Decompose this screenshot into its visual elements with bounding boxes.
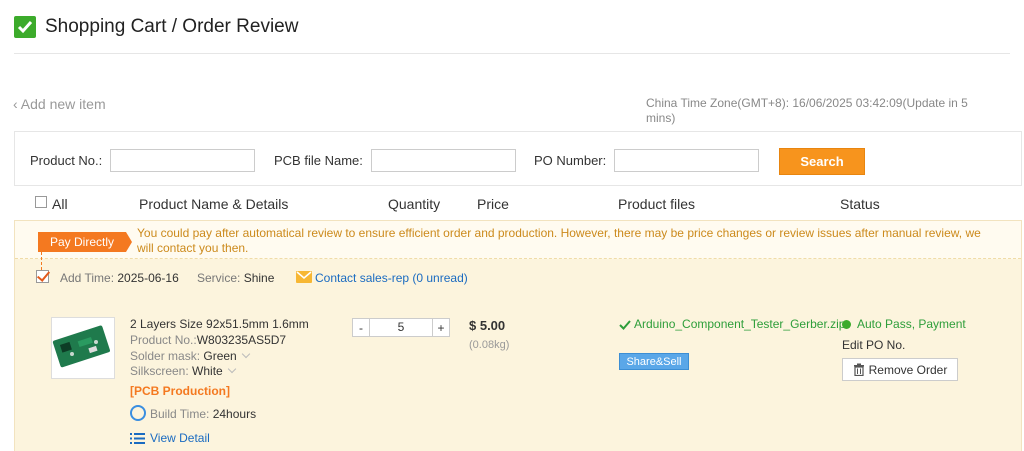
build-time-label: Build Time: xyxy=(150,407,210,421)
add-new-item-label: Add new item xyxy=(20,96,106,112)
service-value: Shine xyxy=(243,271,275,285)
remove-order-label: Remove Order xyxy=(868,362,948,377)
product-no-label: Product No.: xyxy=(130,333,197,347)
order-row: Pay Directly You could pay after automat… xyxy=(14,220,1022,451)
solder-mask-label: Solder mask: xyxy=(130,349,201,363)
gerber-file-link[interactable]: Arduino_Component_Tester_Gerber.zip xyxy=(634,317,845,332)
notice-text: You could pay after automatical review t… xyxy=(137,226,981,255)
search-button[interactable]: Search xyxy=(779,148,865,175)
build-time: Build Time: 24hours xyxy=(150,407,256,421)
contact-sales-rep-link[interactable]: Contact sales-rep (0 unread) xyxy=(315,271,468,285)
product-thumbnail[interactable] xyxy=(51,317,115,379)
header-product: Product Name & Details xyxy=(139,196,289,212)
add-time-label: Add Time: xyxy=(60,271,115,285)
header-price: Price xyxy=(477,196,509,212)
title-divider xyxy=(14,53,1010,54)
add-time: Add Time: 2025-06-16 xyxy=(60,271,179,285)
page-title: Shopping Cart / Order Review xyxy=(45,16,299,37)
solder-mask-value: Green xyxy=(203,349,237,363)
chevron-left-icon: ‹ xyxy=(13,96,18,112)
select-all-checkbox[interactable] xyxy=(35,196,47,208)
weight: (0.08kg) xyxy=(469,339,510,351)
build-time-value: 24hours xyxy=(212,407,257,421)
order-meta-row: Add Time: 2025-06-16 Service: Shine Cont… xyxy=(15,268,1021,288)
pcb-file-label: PCB file Name: xyxy=(274,153,363,168)
table-header: All Product Name & Details Quantity Pric… xyxy=(14,194,1022,214)
quantity-input[interactable]: 5 xyxy=(369,319,433,336)
service-label: Service: xyxy=(197,271,241,285)
product-name: 2 Layers Size 92x51.5mm 1.6mm xyxy=(130,317,309,331)
product-no: Product No.:W803235AS5D7 xyxy=(130,333,286,347)
mail-icon xyxy=(296,271,312,283)
header-quantity: Quantity xyxy=(388,196,441,212)
refresh-icon xyxy=(130,405,146,421)
share-sell-button[interactable]: Share&Sell xyxy=(619,353,689,370)
chevron-down-icon[interactable] xyxy=(227,364,236,374)
search-panel: Product No.: PCB file Name: PO Number: S… xyxy=(14,131,1022,186)
silkscreen-value: White xyxy=(192,364,223,378)
notice-bar: Pay Directly You could pay after automat… xyxy=(15,221,1021,259)
quantity-stepper: - 5 + xyxy=(352,318,450,337)
add-time-value: 2025-06-16 xyxy=(117,271,179,285)
po-number-label: PO Number: xyxy=(534,153,607,168)
order-checkbox[interactable] xyxy=(36,270,49,283)
chevron-down-icon[interactable] xyxy=(241,349,250,359)
check-square-icon xyxy=(14,16,36,38)
view-detail-link[interactable]: View Detail xyxy=(150,431,210,445)
header-status: Status xyxy=(840,196,880,212)
list-icon xyxy=(130,432,145,444)
status-dot xyxy=(842,320,851,329)
product-no-label: Product No.: xyxy=(30,153,103,168)
decrement-button[interactable]: - xyxy=(353,319,369,336)
trash-icon xyxy=(853,363,864,376)
po-number-input[interactable] xyxy=(614,149,759,172)
header-all: All xyxy=(52,196,68,212)
price: $ 5.00 xyxy=(469,318,506,333)
service: Service: Shine xyxy=(197,271,274,285)
pay-directly-tag: Pay Directly xyxy=(38,232,132,252)
silkscreen-label: Silkscreen: xyxy=(130,364,189,378)
title-bar: Shopping Cart / Order Review xyxy=(14,16,298,38)
header-files: Product files xyxy=(618,196,696,212)
check-icon xyxy=(619,319,631,331)
pcb-file-input[interactable] xyxy=(371,149,516,172)
status-text: Auto Pass, Payment xyxy=(857,317,966,331)
add-new-item-link[interactable]: ‹ Add new item xyxy=(13,96,106,112)
remove-order-button[interactable]: Remove Order xyxy=(842,358,958,381)
pcb-production-tag: [PCB Production] xyxy=(130,384,230,398)
silkscreen: Silkscreen: White xyxy=(130,364,236,378)
edit-po-link[interactable]: Edit PO No. xyxy=(842,338,905,352)
increment-button[interactable]: + xyxy=(433,319,449,336)
product-no-input[interactable] xyxy=(110,149,255,172)
timezone-text: China Time Zone(GMT+8): 16/06/2025 03:42… xyxy=(646,96,968,125)
solder-mask: Solder mask: Green xyxy=(130,349,250,363)
product-no-value: W803235AS5D7 xyxy=(196,333,287,347)
